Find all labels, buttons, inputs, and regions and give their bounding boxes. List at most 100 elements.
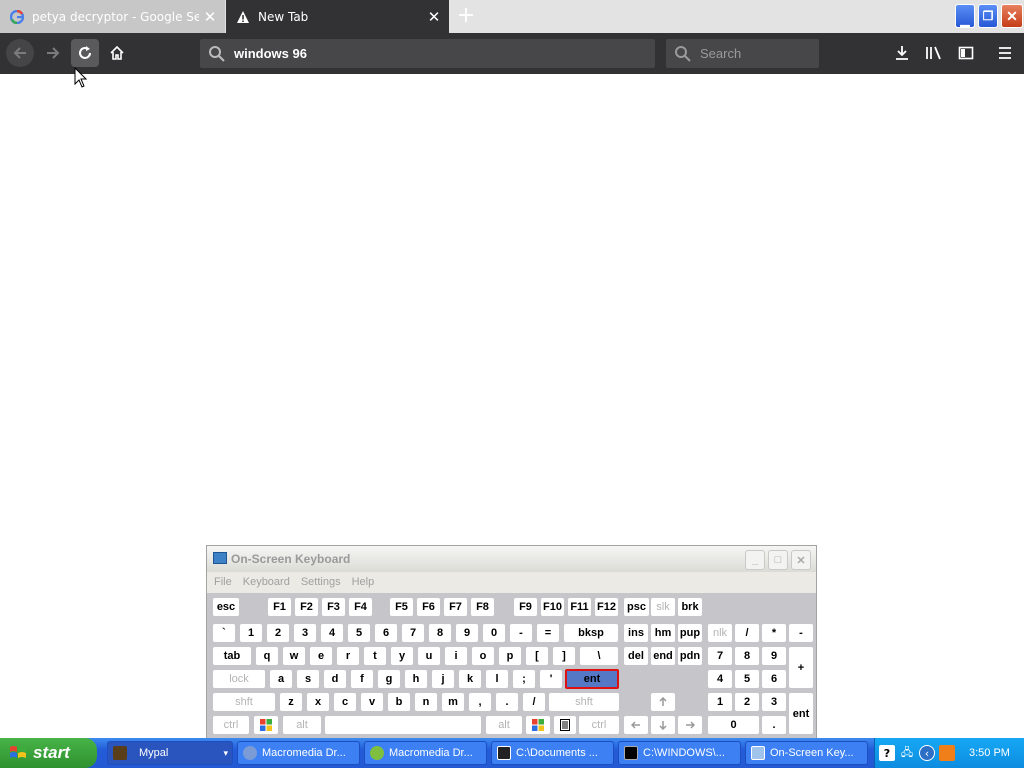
menu-keyboard[interactable]: Keyboard <box>243 576 290 588</box>
key-f7[interactable]: F7 <box>444 598 467 616</box>
key-num-8[interactable]: 8 <box>735 647 759 665</box>
key-num-0[interactable]: 0 <box>708 716 759 734</box>
key-n[interactable]: n <box>415 693 437 711</box>
key-d[interactable]: d <box>324 670 346 688</box>
key-del[interactable]: del <box>624 647 648 665</box>
task-macromedia-1[interactable]: Macromedia Dr... <box>237 741 360 765</box>
key-num-minus[interactable]: - <box>789 624 813 642</box>
task-mypal[interactable]: Mypal ▾ <box>107 741 233 765</box>
search-bar[interactable]: Search <box>666 39 819 68</box>
task-on-screen-keyboard[interactable]: On-Screen Key... <box>745 741 868 765</box>
key-g[interactable]: g <box>378 670 400 688</box>
network-icon[interactable]: 🖧 <box>899 745 915 761</box>
close-tab-icon[interactable]: ✕ <box>199 8 221 26</box>
key-slk[interactable]: slk <box>651 598 675 616</box>
key-e[interactable]: e <box>310 647 332 665</box>
task-7zip-documents[interactable]: C:\Documents ... <box>491 741 614 765</box>
key-end[interactable]: end <box>651 647 675 665</box>
key-l[interactable]: l <box>486 670 508 688</box>
osk-close-button[interactable]: ✕ <box>791 550 811 570</box>
new-tab-button[interactable]: + <box>455 3 477 29</box>
menu-help[interactable]: Help <box>352 576 375 588</box>
key-w[interactable]: w <box>283 647 305 665</box>
osk-maximize-button[interactable]: □ <box>768 550 788 570</box>
task-macromedia-2[interactable]: Macromedia Dr... <box>364 741 487 765</box>
library-button[interactable] <box>920 39 948 67</box>
key-u[interactable]: u <box>418 647 440 665</box>
key-v[interactable]: v <box>361 693 383 711</box>
key-context-menu[interactable] <box>554 716 576 734</box>
key-bksp[interactable]: bksp <box>564 624 618 642</box>
back-button[interactable] <box>6 39 34 67</box>
downloads-button[interactable] <box>888 39 916 67</box>
key-t[interactable]: t <box>364 647 386 665</box>
key-psc[interactable]: psc <box>624 598 649 616</box>
key-2[interactable]: 2 <box>267 624 289 642</box>
key-num-9[interactable]: 9 <box>762 647 786 665</box>
key-hm[interactable]: hm <box>651 624 675 642</box>
key-f12[interactable]: F12 <box>595 598 618 616</box>
help-icon[interactable]: ? <box>879 745 895 761</box>
key-7[interactable]: 7 <box>402 624 424 642</box>
key-left-windows[interactable] <box>254 716 278 734</box>
key-f1[interactable]: F1 <box>268 598 291 616</box>
key-f3[interactable]: F3 <box>322 598 345 616</box>
key-tab[interactable]: tab <box>213 647 251 665</box>
key-close-bracket[interactable]: ] <box>553 647 575 665</box>
restore-button[interactable]: ❐ <box>978 4 998 28</box>
key-num-1[interactable]: 1 <box>708 693 732 711</box>
key-a[interactable]: a <box>270 670 292 688</box>
key-equals[interactable]: = <box>537 624 559 642</box>
minimize-button[interactable]: ▁ <box>955 4 975 28</box>
key-c[interactable]: c <box>334 693 356 711</box>
task-cmd-windows[interactable]: C:\WINDOWS\... <box>618 741 741 765</box>
key-left-ctrl[interactable]: ctrl <box>213 716 249 734</box>
key-arrow-left[interactable] <box>624 716 648 734</box>
url-bar[interactable]: windows 96 <box>200 39 655 68</box>
key-b[interactable]: b <box>388 693 410 711</box>
key-pdn[interactable]: pdn <box>678 647 702 665</box>
key-num-6[interactable]: 6 <box>762 670 786 688</box>
key-semicolon[interactable]: ; <box>513 670 535 688</box>
key-arrow-up[interactable] <box>651 693 675 711</box>
key-ins[interactable]: ins <box>624 624 648 642</box>
key-pup[interactable]: pup <box>678 624 702 642</box>
key-i[interactable]: i <box>445 647 467 665</box>
key-r[interactable]: r <box>337 647 359 665</box>
key-y[interactable]: y <box>391 647 413 665</box>
key-num-4[interactable]: 4 <box>708 670 732 688</box>
key-quote[interactable]: ' <box>540 670 562 688</box>
key-right-windows[interactable] <box>526 716 550 734</box>
key-caps-lock[interactable]: lock <box>213 670 265 688</box>
start-button[interactable]: start <box>0 738 97 768</box>
key-space[interactable] <box>325 716 481 734</box>
key-arrow-down[interactable] <box>651 716 675 734</box>
key-period[interactable]: . <box>496 693 518 711</box>
key-o[interactable]: o <box>472 647 494 665</box>
key-num-plus[interactable]: + <box>789 647 813 688</box>
key-backtick[interactable]: ` <box>213 624 235 642</box>
key-num-5[interactable]: 5 <box>735 670 759 688</box>
osk-minimize-button[interactable]: _ <box>745 550 765 570</box>
key-f4[interactable]: F4 <box>349 598 372 616</box>
osk-titlebar[interactable]: On-Screen Keyboard _ □ ✕ <box>207 546 816 572</box>
key-3[interactable]: 3 <box>294 624 316 642</box>
sidebar-button[interactable] <box>952 39 980 67</box>
key-9[interactable]: 9 <box>456 624 478 642</box>
key-f2[interactable]: F2 <box>295 598 318 616</box>
key-num-7[interactable]: 7 <box>708 647 732 665</box>
key-comma[interactable]: , <box>469 693 491 711</box>
key-s[interactable]: s <box>297 670 319 688</box>
key-q[interactable]: q <box>256 647 278 665</box>
key-left-shift[interactable]: shft <box>213 693 275 711</box>
key-x[interactable]: x <box>307 693 329 711</box>
key-num-2[interactable]: 2 <box>735 693 759 711</box>
close-window-button[interactable]: ✕ <box>1001 4 1023 28</box>
key-arrow-right[interactable] <box>678 716 702 734</box>
key-slash[interactable]: / <box>523 693 545 711</box>
key-f8[interactable]: F8 <box>471 598 494 616</box>
key-z[interactable]: z <box>280 693 302 711</box>
key-num-enter[interactable]: ent <box>789 693 813 734</box>
key-open-bracket[interactable]: [ <box>526 647 548 665</box>
key-h[interactable]: h <box>405 670 427 688</box>
